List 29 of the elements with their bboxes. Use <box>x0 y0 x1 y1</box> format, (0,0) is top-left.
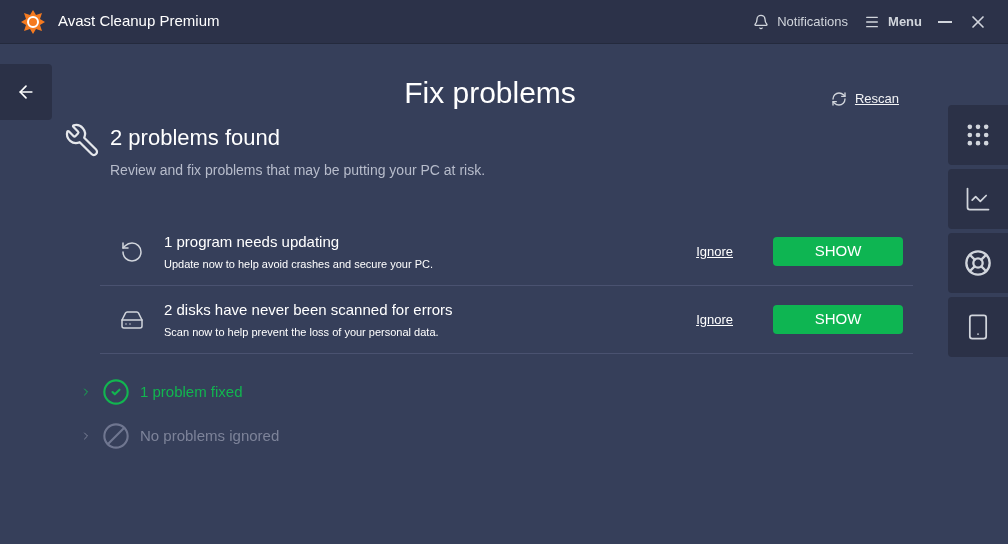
problems-description: Review and fix problems that may be putting your PC at risk. <box>110 161 486 180</box>
rescan-link[interactable]: Rescan <box>830 89 899 109</box>
notifications-button[interactable]: Notifications <box>753 11 849 32</box>
back-button[interactable] <box>0 64 52 120</box>
app-title: Avast Cleanup Premium <box>58 11 220 32</box>
wrench-icon <box>64 122 100 158</box>
ignore-link[interactable]: Ignore <box>696 241 733 262</box>
minimize-icon <box>938 20 952 23</box>
menu-button[interactable]: Menu <box>864 11 922 32</box>
problem-description: Scan now to help prevent the loss of your personal data. <box>164 324 440 340</box>
problem-description: Update now to help avoid crashes and secure your PC. <box>164 256 435 272</box>
sidebar-tab[interactable] <box>948 105 1008 165</box>
bell-icon <box>753 13 770 30</box>
check-circle-icon <box>102 378 130 406</box>
ban-icon <box>102 422 130 450</box>
problem-title: 1 program needs updating <box>164 232 341 252</box>
sidebar-tab[interactable] <box>948 297 1008 357</box>
logo-icon <box>20 8 46 35</box>
sidebar-tab[interactable] <box>948 233 1008 293</box>
page-title: Fix problems <box>404 74 576 111</box>
sidebar-tab[interactable] <box>948 169 1008 229</box>
section-toggle[interactable]: 1 problem fixed <box>80 378 948 406</box>
problems-heading: 2 problems found <box>110 124 281 152</box>
ignore-link[interactable]: Ignore <box>696 309 733 330</box>
lifebuoy-icon <box>964 249 992 277</box>
refresh-icon <box>830 90 847 107</box>
minimize-button[interactable] <box>938 20 952 23</box>
line-chart-icon <box>964 185 992 213</box>
problem-title: 2 disks have never been scanned for errors <box>164 300 454 320</box>
